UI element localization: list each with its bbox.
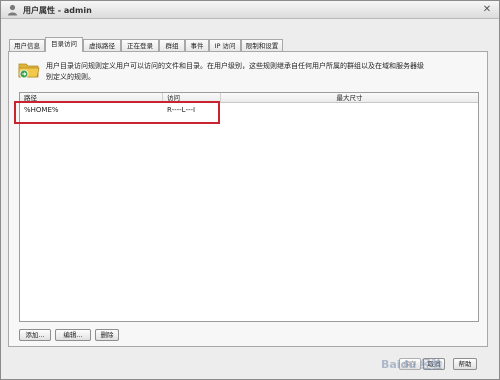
description-line-1: 用户目录访问规则定义用户可以访问的文件和目录。在用户级别，这些规则继承自任何用户… <box>46 62 424 70</box>
row-path: %HOME% <box>24 106 59 114</box>
description-line-2: 别定义的规则。 <box>46 73 95 81</box>
table-row[interactable]: %HOME% R----L---I <box>20 104 478 116</box>
title-bar[interactable]: 用户属性 - admin ✕ <box>1 1 499 19</box>
directory-access-panel: 用户目录访问规则定义用户可以访问的文件和目录。在用户级别，这些规则继承自任何用户… <box>8 51 488 347</box>
delete-button[interactable]: 删除 <box>95 329 119 341</box>
save-button[interactable]: 保存 <box>399 358 421 370</box>
directory-rules-list[interactable]: 路径 访问 最大尺寸 %HOME% R----L---I <box>19 92 479 322</box>
window-title: 用户属性 - admin <box>23 6 92 15</box>
column-header-access[interactable]: 访问 <box>163 93 221 103</box>
help-button[interactable]: 帮助 <box>453 358 477 370</box>
tab-directory-access[interactable]: 目录访问 <box>45 37 83 52</box>
column-header-path[interactable]: 路径 <box>20 93 163 103</box>
row-access: R----L---I <box>167 106 196 114</box>
close-icon[interactable]: ✕ <box>481 4 493 16</box>
add-button[interactable]: 添加... <box>19 329 51 341</box>
row-max-size <box>221 104 478 116</box>
column-header-max-size[interactable]: 最大尺寸 <box>221 93 478 103</box>
user-icon <box>8 4 17 16</box>
cancel-button[interactable]: 取消 <box>423 358 445 370</box>
list-header: 路径 访问 最大尺寸 <box>20 93 478 103</box>
edit-button[interactable]: 编辑... <box>55 329 91 341</box>
folder-icon <box>18 63 40 79</box>
user-properties-dialog: 用户属性 - admin ✕ 用户信息 目录访问 虚拟路径 正在登录 群组 事件… <box>0 0 500 380</box>
